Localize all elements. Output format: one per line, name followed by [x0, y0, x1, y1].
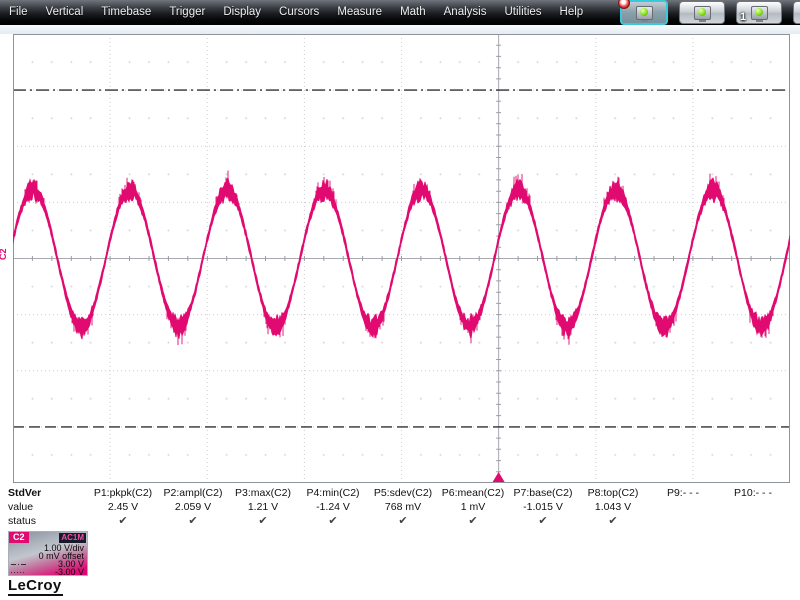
measure-header-p11[interactable]: P11:- - - — [788, 486, 800, 500]
green-orb-icon — [755, 8, 763, 16]
menu-items: FileVerticalTimebaseTriggerDisplayCursor… — [0, 0, 592, 25]
measure-status-p6: ✔ — [438, 514, 508, 528]
menu-divider-strip — [0, 25, 800, 34]
measure-value-p11 — [788, 500, 800, 514]
history-display-button[interactable] — [620, 0, 668, 25]
menu-bar: FileVerticalTimebaseTriggerDisplayCursor… — [0, 0, 800, 25]
measure-value-p3: 1.21 V — [228, 500, 298, 514]
green-orb-icon — [640, 8, 648, 16]
clock-icon — [618, 0, 630, 9]
channel-lower-level: -3.00 V — [9, 568, 87, 576]
measure-status-p1: ✔ — [88, 514, 158, 528]
lower-level-value: -3.00 V — [26, 568, 84, 576]
measure-value-p6: 1 mV — [438, 500, 508, 514]
menu-utilities[interactable]: Utilities — [495, 0, 550, 25]
measure-value-p2: 2.059 V — [158, 500, 228, 514]
trigger-position-marker[interactable] — [493, 472, 505, 482]
measure-value-p8: 1.043 V — [578, 500, 648, 514]
menu-timebase[interactable]: Timebase — [92, 0, 160, 25]
measure-header-p9[interactable]: P9:- - - — [648, 486, 718, 500]
oscilloscope-screen: FileVerticalTimebaseTriggerDisplayCursor… — [0, 0, 800, 600]
measure-value-p5: 768 mV — [368, 500, 438, 514]
monitor-stand-icon — [756, 20, 763, 22]
menu-trigger[interactable]: Trigger — [160, 0, 214, 25]
measure-header-p7[interactable]: P7:base(C2) — [508, 486, 578, 500]
display-1-button[interactable]: 1 — [736, 1, 782, 24]
display-button[interactable] — [679, 1, 725, 24]
coupling-badge: AC1M — [59, 533, 86, 543]
measure-status-p8: ✔ — [578, 514, 648, 528]
menu-math[interactable]: Math — [391, 0, 435, 25]
measure-status-p9 — [648, 514, 718, 528]
measure-status-p7: ✔ — [508, 514, 578, 528]
menu-display[interactable]: Display — [214, 0, 270, 25]
green-orb-icon — [698, 8, 706, 16]
measure-row-label-stdver: StdVer — [0, 486, 88, 500]
channel-zero-marker-c2[interactable]: C2 — [0, 248, 14, 260]
measure-table: StdVerP1:pkpk(C2)P2:ampl(C2)P3:max(C2)P4… — [0, 486, 800, 528]
menu-file[interactable]: File — [0, 0, 37, 25]
measure-status-p3: ✔ — [228, 514, 298, 528]
measure-value-p10 — [718, 500, 788, 514]
channel-descriptor-c2[interactable]: C2 AC1M 1.00 V/div 0 mV offset 3.00 V -3… — [8, 531, 88, 576]
display-icon — [751, 6, 768, 20]
menu-vertical[interactable]: Vertical — [37, 0, 93, 25]
menu-measure[interactable]: Measure — [328, 0, 391, 25]
measure-status-p10 — [718, 514, 788, 528]
dotted-line-icon — [11, 572, 26, 573]
measure-header-p1[interactable]: P1:pkpk(C2) — [88, 486, 158, 500]
measure-value-p1: 2.45 V — [88, 500, 158, 514]
measure-value-p4: -1.24 V — [298, 500, 368, 514]
measure-header-p2[interactable]: P2:ampl(C2) — [158, 486, 228, 500]
measure-row-label-value: value — [0, 500, 88, 514]
monitor-stand-icon — [641, 20, 648, 22]
measure-value-p7: -1.015 V — [508, 500, 578, 514]
measure-header-p4[interactable]: P4:min(C2) — [298, 486, 368, 500]
display-1-badge: 1 — [740, 11, 746, 23]
display-icon — [694, 6, 711, 20]
partial-toolbar-button[interactable] — [793, 1, 800, 24]
measure-value-p9 — [648, 500, 718, 514]
waveform-display[interactable] — [13, 34, 790, 483]
lecroy-logo: LeCroy — [8, 577, 63, 596]
measure-status-p5: ✔ — [368, 514, 438, 528]
dashdot-line-icon — [11, 564, 26, 565]
menu-help[interactable]: Help — [551, 0, 593, 25]
measure-header-p5[interactable]: P5:sdev(C2) — [368, 486, 438, 500]
monitor-stand-icon — [699, 20, 706, 22]
menu-cursors[interactable]: Cursors — [270, 0, 328, 25]
measure-status-p2: ✔ — [158, 514, 228, 528]
graticule — [13, 34, 790, 483]
measure-header-p6[interactable]: P6:mean(C2) — [438, 486, 508, 500]
display-icon — [636, 6, 653, 20]
measure-status-p11 — [788, 514, 800, 528]
toolbar: 1 — [620, 1, 800, 24]
measure-status-p4: ✔ — [298, 514, 368, 528]
channel-label: C2 — [9, 532, 29, 543]
measure-row-label-status: status — [0, 514, 88, 528]
measure-header-p10[interactable]: P10:- - - — [718, 486, 788, 500]
menu-analysis[interactable]: Analysis — [435, 0, 496, 25]
measure-header-p3[interactable]: P3:max(C2) — [228, 486, 298, 500]
measure-header-p8[interactable]: P8:top(C2) — [578, 486, 648, 500]
